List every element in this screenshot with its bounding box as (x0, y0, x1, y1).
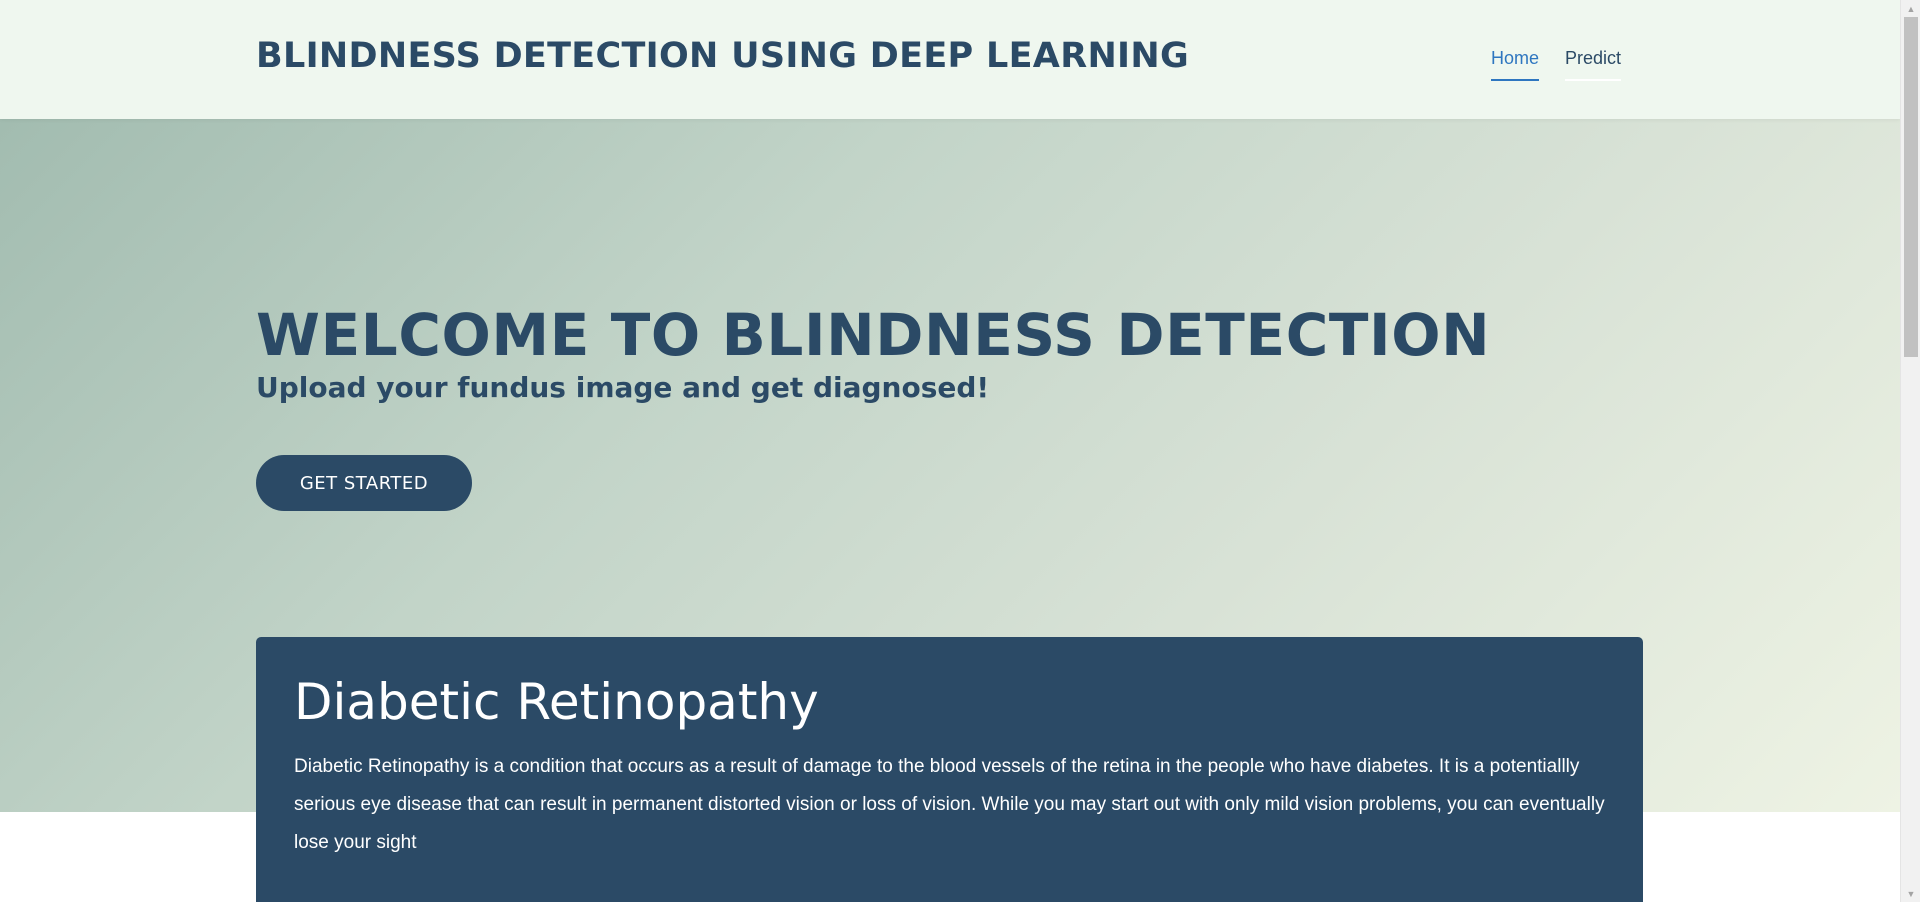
diabetic-retinopathy-card: Diabetic Retinopathy Diabetic Retinopath… (256, 637, 1643, 902)
card-title: Diabetic Retinopathy (294, 673, 819, 731)
site-header: BLINDNESS DETECTION USING DEEP LEARNING … (0, 0, 1900, 119)
hero-title: WELCOME TO BLINDNESS DETECTION (256, 301, 1491, 369)
page: BLINDNESS DETECTION USING DEEP LEARNING … (0, 0, 1900, 902)
nav-predict-link[interactable]: Predict (1564, 48, 1621, 81)
scroll-down-icon[interactable]: ▼ (1901, 885, 1920, 902)
scrollbar-thumb[interactable] (1904, 17, 1918, 357)
hero-subtitle: Upload your fundus image and get diagnos… (256, 371, 990, 404)
main-nav: Home Predict (1490, 48, 1621, 81)
card-description: Diabetic Retinopathy is a condition that… (294, 756, 1605, 853)
scroll-up-icon[interactable]: ▲ (1901, 0, 1920, 17)
nav-home-link[interactable]: Home (1490, 48, 1539, 81)
get-started-button[interactable]: GET STARTED (256, 455, 472, 511)
site-brand[interactable]: BLINDNESS DETECTION USING DEEP LEARNING (256, 36, 1189, 76)
vertical-scrollbar[interactable]: ▲ ▼ (1900, 0, 1920, 902)
